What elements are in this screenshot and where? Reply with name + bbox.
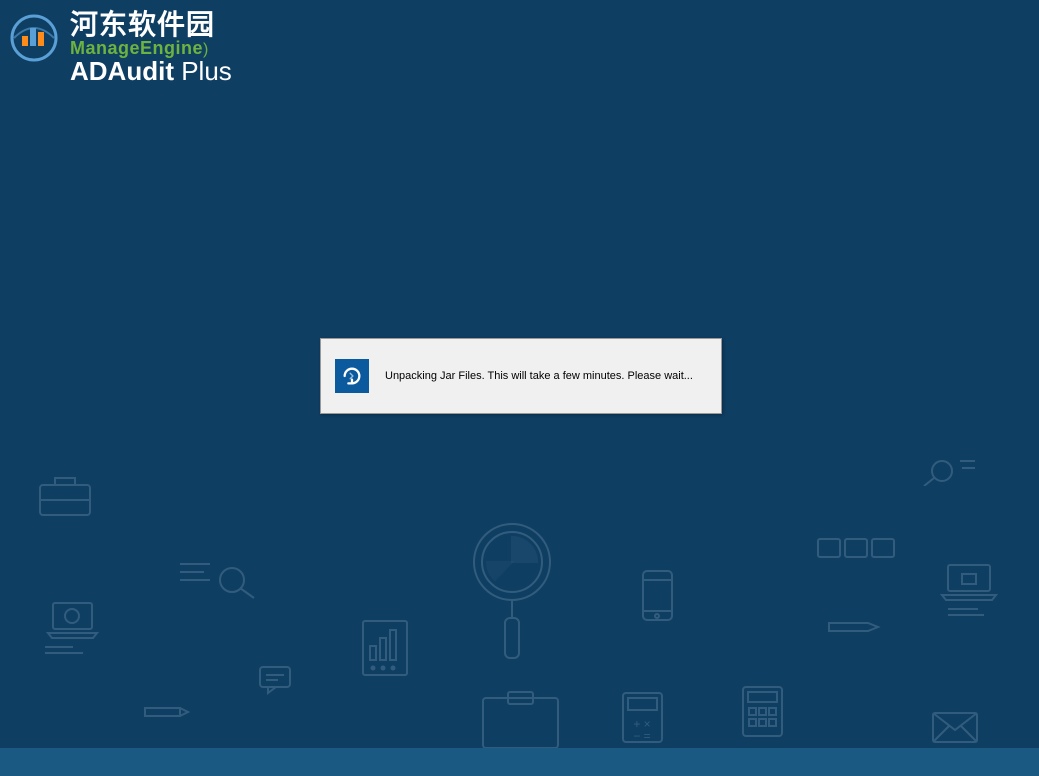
deco-chat-icon	[258, 665, 293, 695]
installer-progress-dialog: Unpacking Jar Files. This will take a fe…	[320, 338, 722, 414]
bottom-bar	[0, 748, 1039, 776]
product-name-light: Plus	[174, 56, 232, 86]
product-name: ADAudit Plus	[70, 57, 232, 86]
svg-text:− =: − =	[633, 729, 650, 743]
dialog-message: Unpacking Jar Files. This will take a fe…	[385, 370, 693, 382]
deco-phone-icon	[640, 568, 675, 623]
site-logo-icon	[10, 14, 58, 62]
deco-lines-icon	[45, 645, 85, 655]
deco-grid-icon	[740, 684, 785, 739]
deco-laptop-icon	[45, 600, 100, 640]
deco-windows-icon	[816, 535, 896, 560]
deco-pen-icon	[826, 613, 881, 633]
deco-calculator-icon: + ×− =	[620, 690, 665, 745]
deco-briefcase-icon	[35, 470, 95, 520]
deco-laptop2-icon	[940, 562, 998, 602]
deco-lines2-icon	[948, 607, 988, 617]
header-branding: 河东软件园 ManageEngine) ADAudit Plus	[10, 10, 232, 85]
deco-small-magnifier-icon	[920, 456, 975, 486]
site-name: 河东软件园	[70, 10, 232, 41]
brand-text-block: 河东软件园 ManageEngine) ADAudit Plus	[70, 10, 232, 85]
deco-big-magnifier-icon	[465, 520, 560, 660]
product-name-bold: ADAudit	[70, 56, 174, 86]
deco-barchart-icon	[360, 618, 410, 678]
deco-pencil-icon	[140, 698, 190, 718]
refresh-icon	[335, 359, 369, 393]
deco-clipboard-icon	[473, 690, 568, 750]
deco-mail-icon	[930, 710, 980, 745]
deco-magnifier-lines-icon	[180, 560, 260, 600]
